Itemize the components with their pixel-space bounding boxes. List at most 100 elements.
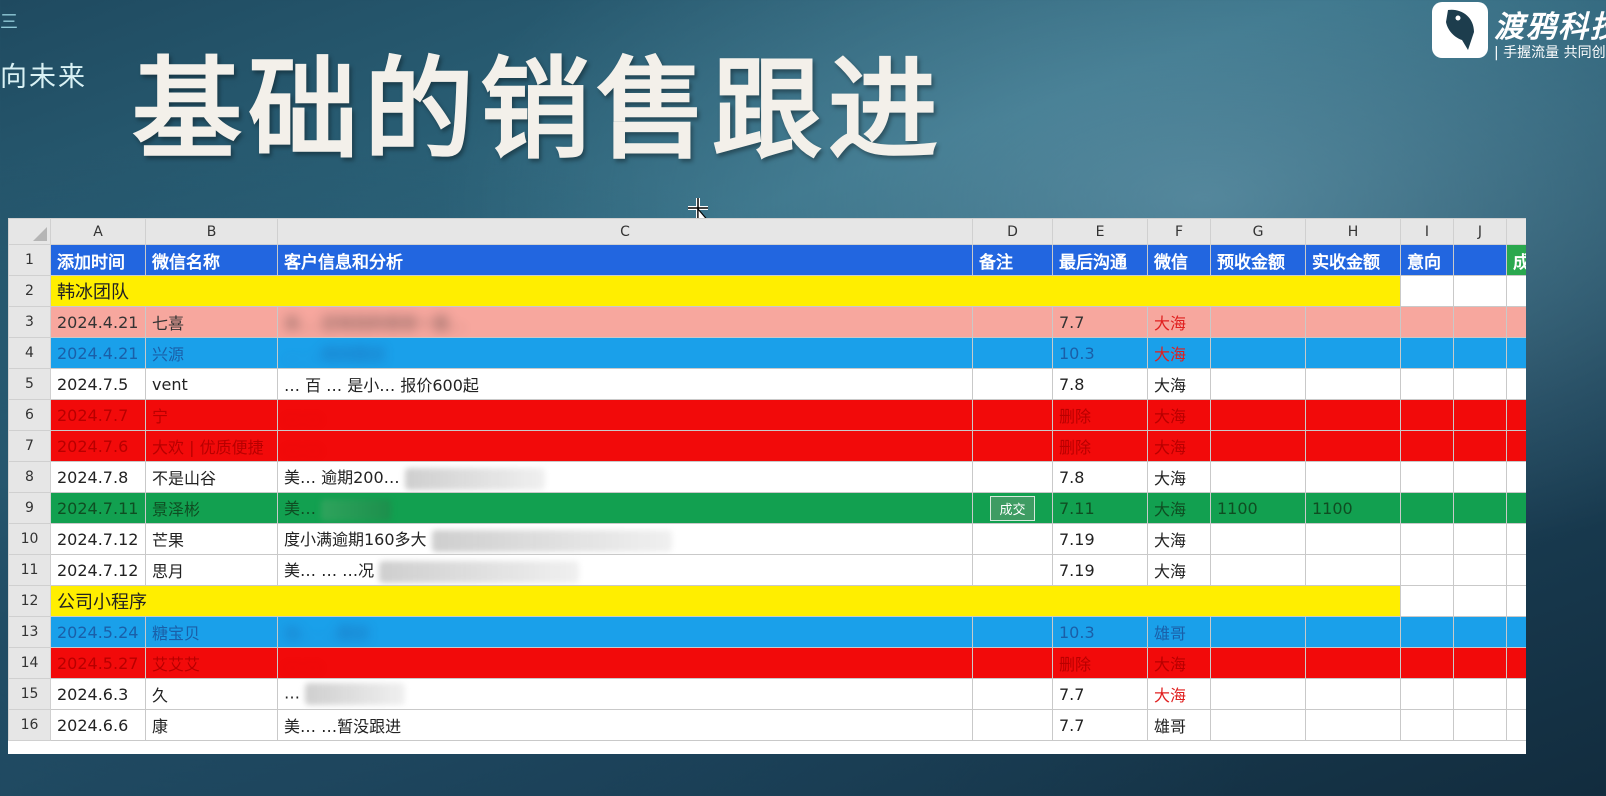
table-row[interactable]: 4 2024.4.21 兴源 … …继续跟进 10.3 大海 bbox=[8, 337, 1526, 369]
table-row[interactable]: 10 2024.7.12 芒果 度小满逾期160多大 7.19 大海 bbox=[8, 523, 1526, 555]
cell-wechat[interactable]: 雄哥 bbox=[1147, 709, 1211, 741]
cell-j[interactable] bbox=[1453, 709, 1507, 741]
cell-note[interactable] bbox=[972, 647, 1053, 679]
cell-note[interactable] bbox=[972, 368, 1053, 400]
table-row[interactable]: 5 2024.7.5 vent … 百 … 是小… 报价600起 7.8 大海 bbox=[8, 368, 1526, 400]
cell-info[interactable]: … 百 … 是小… 报价600起 bbox=[277, 368, 973, 400]
cell-name[interactable]: 景泽彬 bbox=[145, 492, 278, 524]
row-number[interactable]: 7 bbox=[8, 430, 51, 462]
col-header-b[interactable]: B bbox=[145, 218, 278, 245]
cell-wechat[interactable]: 大海 bbox=[1147, 399, 1211, 431]
row-number[interactable]: 10 bbox=[8, 523, 51, 555]
cell-k[interactable] bbox=[1506, 523, 1526, 555]
cell-last-contact[interactable]: 10.3 bbox=[1052, 337, 1148, 369]
header-extra-tab[interactable]: 成 bbox=[1506, 244, 1526, 276]
col-header-i[interactable]: I bbox=[1400, 218, 1454, 245]
cell-j[interactable] bbox=[1453, 678, 1507, 710]
header-expected-amount[interactable]: 预收金额 bbox=[1210, 244, 1306, 276]
cell-name[interactable]: 宁 bbox=[145, 399, 278, 431]
cell-note[interactable] bbox=[972, 337, 1053, 369]
cell-last-contact[interactable]: 7.7 bbox=[1052, 678, 1148, 710]
cell-j[interactable] bbox=[1453, 554, 1507, 586]
cell-k[interactable] bbox=[1506, 616, 1526, 648]
table-row[interactable]: 3 2024.4.21 七喜 未… 还有别的债务一直… 7.7 大海 bbox=[8, 306, 1526, 338]
cell-wechat[interactable]: 大海 bbox=[1147, 337, 1211, 369]
cell-wechat[interactable]: 大海 bbox=[1147, 678, 1211, 710]
cell-j[interactable] bbox=[1453, 306, 1507, 338]
cell-info[interactable]: … … bbox=[277, 647, 973, 679]
col-header-f[interactable]: F bbox=[1147, 218, 1211, 245]
cell-expected[interactable] bbox=[1210, 616, 1306, 648]
cell-info[interactable]: … … bbox=[277, 399, 973, 431]
cell-info[interactable]: 美… …暂没跟进 bbox=[277, 709, 973, 741]
cell-wechat[interactable]: 大海 bbox=[1147, 368, 1211, 400]
row-number[interactable]: 2 bbox=[8, 275, 51, 307]
cell-last-contact[interactable]: 删除 bbox=[1052, 430, 1148, 462]
cell-received[interactable] bbox=[1305, 709, 1401, 741]
cell-wechat[interactable]: 大海 bbox=[1147, 554, 1211, 586]
table-row[interactable]: 8 2024.7.8 不是山谷 美… 逾期200… 7.8 大海 bbox=[8, 461, 1526, 493]
cell-expected[interactable] bbox=[1210, 461, 1306, 493]
table-cell[interactable] bbox=[1400, 585, 1454, 617]
cell-last-contact[interactable]: 10.3 bbox=[1052, 616, 1148, 648]
row-number[interactable]: 11 bbox=[8, 554, 51, 586]
cell-received[interactable] bbox=[1305, 430, 1401, 462]
row-number[interactable]: 4 bbox=[8, 337, 51, 369]
cell-expected[interactable]: 1100 bbox=[1210, 492, 1306, 524]
col-header-a[interactable]: A bbox=[50, 218, 146, 245]
row-number[interactable]: 6 bbox=[8, 399, 51, 431]
cell-j[interactable] bbox=[1453, 430, 1507, 462]
cell-received[interactable] bbox=[1305, 678, 1401, 710]
row-number[interactable]: 3 bbox=[8, 306, 51, 338]
cell-intent[interactable] bbox=[1400, 709, 1454, 741]
row-number[interactable]: 5 bbox=[8, 368, 51, 400]
cell-k[interactable] bbox=[1506, 399, 1526, 431]
cell-intent[interactable] bbox=[1400, 523, 1454, 555]
cell-note[interactable] bbox=[972, 430, 1053, 462]
header-col-j[interactable] bbox=[1453, 244, 1507, 276]
cell-wechat[interactable]: 大海 bbox=[1147, 461, 1211, 493]
cell-received[interactable] bbox=[1305, 399, 1401, 431]
cell-k[interactable] bbox=[1506, 709, 1526, 741]
cell-intent[interactable] bbox=[1400, 306, 1454, 338]
cell-k[interactable] bbox=[1506, 306, 1526, 338]
row-number[interactable]: 16 bbox=[8, 709, 51, 741]
header-note[interactable]: 备注 bbox=[972, 244, 1053, 276]
cell-note[interactable] bbox=[972, 399, 1053, 431]
cell-date[interactable]: 2024.6.6 bbox=[50, 709, 146, 741]
cell-date[interactable]: 2024.7.6 bbox=[50, 430, 146, 462]
cell-last-contact[interactable]: 7.8 bbox=[1052, 368, 1148, 400]
cell-name[interactable]: 艾艾艾 bbox=[145, 647, 278, 679]
row-number[interactable]: 1 bbox=[8, 244, 51, 276]
row-number[interactable]: 12 bbox=[8, 585, 51, 617]
cell-intent[interactable] bbox=[1400, 647, 1454, 679]
select-all-corner[interactable] bbox=[8, 218, 51, 245]
cell-wechat[interactable]: 大海 bbox=[1147, 523, 1211, 555]
cell-intent[interactable] bbox=[1400, 430, 1454, 462]
header-customer-info[interactable]: 客户信息和分析 bbox=[277, 244, 973, 276]
cell-k[interactable] bbox=[1506, 368, 1526, 400]
cell-date[interactable]: 2024.7.5 bbox=[50, 368, 146, 400]
table-row[interactable]: 13 2024.5.24 糖宝贝 加… …跟进 10.3 雄哥 bbox=[8, 616, 1526, 648]
row-number[interactable]: 13 bbox=[8, 616, 51, 648]
cell-last-contact[interactable]: 删除 bbox=[1052, 399, 1148, 431]
table-row[interactable]: 6 2024.7.7 宁 … … 删除 大海 bbox=[8, 399, 1526, 431]
col-header-e[interactable]: E bbox=[1052, 218, 1148, 245]
cell-j[interactable] bbox=[1453, 523, 1507, 555]
cell-received[interactable] bbox=[1305, 616, 1401, 648]
cell-j[interactable] bbox=[1453, 492, 1507, 524]
cell-expected[interactable] bbox=[1210, 678, 1306, 710]
col-header-g[interactable]: G bbox=[1210, 218, 1306, 245]
cell-expected[interactable] bbox=[1210, 306, 1306, 338]
cell-note[interactable] bbox=[972, 306, 1053, 338]
cell-expected[interactable] bbox=[1210, 647, 1306, 679]
cell-info[interactable]: 美… … …况 bbox=[277, 554, 973, 586]
sales-followup-table[interactable]: A B C D E F G H I J 1 添加时间 微信名称 客户信息和分析 … bbox=[8, 218, 1526, 741]
header-add-time[interactable]: 添加时间 bbox=[50, 244, 146, 276]
cell-received[interactable] bbox=[1305, 523, 1401, 555]
cell-k[interactable] bbox=[1506, 492, 1526, 524]
row-number[interactable]: 9 bbox=[8, 492, 51, 524]
cell-date[interactable]: 2024.5.27 bbox=[50, 647, 146, 679]
cell-name[interactable]: 不是山谷 bbox=[145, 461, 278, 493]
cell-wechat[interactable]: 大海 bbox=[1147, 430, 1211, 462]
